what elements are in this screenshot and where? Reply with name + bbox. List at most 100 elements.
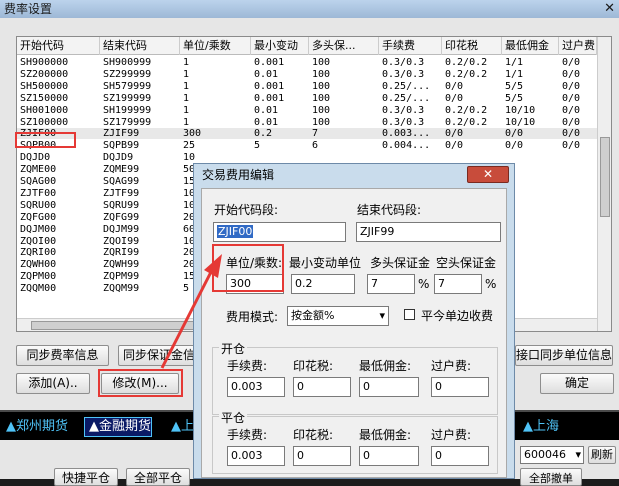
table-row[interactable]: ZJIF00 ZJIF99 300 0.2 7 0.003... 0/0 0/0 0/0 bbox=[17, 128, 597, 140]
close-stamp-input[interactable]: 0 bbox=[293, 446, 351, 466]
table-cell: 1 bbox=[183, 116, 190, 128]
table-cell: SH199999 bbox=[103, 104, 152, 116]
table-row[interactable]: SH500000 SH579999 1 0.001 100 0.25/... 0/0 5/5 0… bbox=[17, 81, 597, 92]
min-change-input[interactable]: 0.2 bbox=[291, 274, 355, 294]
table-cell: 0.25/... bbox=[382, 80, 431, 92]
col-header-unit[interactable]: 单位/乘数 bbox=[180, 37, 251, 55]
table-cell: SH900000 bbox=[20, 57, 69, 68]
col-header-long-margin[interactable]: 多头保... bbox=[309, 37, 379, 55]
ok-button[interactable]: 确定 bbox=[540, 373, 614, 394]
table-cell: 1 bbox=[183, 104, 190, 116]
close-position-group: 平仓 手续费: 印花税: 最低佣金: 过户费: 0.003 0 0 0 bbox=[212, 409, 498, 474]
table-cell: SZ179999 bbox=[103, 116, 152, 128]
table-cell: 0/0 bbox=[562, 104, 581, 116]
table-cell: 0.001 bbox=[254, 92, 285, 104]
ticker-item[interactable]: ▲郑州期货 bbox=[2, 418, 68, 436]
ticker-item-active[interactable]: ▲金融期货 bbox=[84, 417, 153, 437]
open-stamp-input[interactable]: 0 bbox=[293, 377, 351, 397]
close-transfer-input[interactable]: 0 bbox=[431, 446, 489, 466]
table-cell: SH900999 bbox=[103, 57, 152, 68]
start-code-input[interactable]: ZJIF00 bbox=[213, 222, 346, 242]
table-cell: SZ199999 bbox=[103, 92, 152, 104]
scroll-thumb[interactable] bbox=[600, 137, 610, 217]
close-icon[interactable]: ✕ bbox=[604, 0, 615, 18]
fee-mode-select[interactable]: 按金额% ▾ bbox=[287, 306, 389, 326]
table-cell: 0/0 bbox=[445, 80, 464, 92]
table-row[interactable]: SH001000 SH199999 1 0.01 100 0.3/0.3 0.2/0.2 10… bbox=[17, 105, 597, 116]
col-header-start-code[interactable]: 开始代码 bbox=[17, 37, 100, 55]
table-row[interactable]: SH900000 SH900999 1 0.001 100 0.3/0.3 0.2/0.2 1… bbox=[17, 57, 597, 68]
short-margin-label: 空头保证金 bbox=[436, 256, 497, 270]
short-margin-input[interactable]: 7 bbox=[434, 274, 482, 294]
add-button[interactable]: 添加(A).. bbox=[16, 373, 90, 394]
col-header-stamp[interactable]: 印花税 bbox=[442, 37, 502, 55]
table-cell: 300 bbox=[183, 128, 202, 140]
end-code-input[interactable]: ZJIF99 bbox=[356, 222, 501, 242]
close-min-comm-label: 最低佣金: bbox=[359, 428, 412, 442]
table-cell: ZJIF99 bbox=[103, 128, 140, 140]
col-header-min-comm[interactable]: 最低佣金 bbox=[502, 37, 559, 55]
open-position-group: 开仓 手续费: 印花税: 最低佣金: 过户费: 0.003 0 0 0 bbox=[212, 340, 498, 415]
col-header-fee[interactable]: 手续费 bbox=[379, 37, 442, 55]
table-cell: 25 bbox=[183, 140, 196, 152]
close-fee-input[interactable]: 0.003 bbox=[227, 446, 285, 466]
sync-unit-button[interactable]: 接口同步单位信息 bbox=[515, 345, 613, 366]
table-cell: ZQQM99 bbox=[103, 283, 140, 295]
long-margin-label: 多头保证金 bbox=[370, 256, 431, 270]
table-cell: 0/0 bbox=[562, 92, 581, 104]
close-all-button[interactable]: 全部平仓 bbox=[126, 468, 190, 486]
end-code-label: 结束代码段: bbox=[357, 203, 422, 217]
vertical-scrollbar[interactable] bbox=[597, 37, 611, 331]
stock-code-select[interactable]: 600046 ▾ bbox=[520, 446, 584, 464]
table-row[interactable]: SZ100000 SZ179999 1 0.01 100 0.3/0.3 0.2/0.2 10… bbox=[17, 117, 597, 128]
table-cell: SQAG99 bbox=[103, 176, 140, 187]
single-side-checkbox[interactable] bbox=[404, 309, 415, 320]
ticker-item[interactable]: ▲上 bbox=[167, 418, 194, 436]
close-transfer-label: 过户费: bbox=[431, 428, 472, 442]
ticker-item[interactable]: ▲上海 bbox=[519, 418, 559, 436]
col-header-min-change[interactable]: 最小变动 bbox=[251, 37, 309, 55]
table-cell: DQJD0 bbox=[20, 152, 51, 164]
table-cell: 100 bbox=[312, 116, 331, 128]
window-title-bar: 费率设置 ✕ bbox=[0, 0, 619, 18]
table-cell: SZ150000 bbox=[20, 92, 69, 104]
close-stamp-label: 印花税: bbox=[293, 428, 334, 442]
table-row[interactable]: SZ150000 SZ199999 1 0.001 100 0.25/... 0/0 5/5 0… bbox=[17, 93, 597, 104]
table-cell: SH579999 bbox=[103, 80, 152, 92]
chevron-down-icon: ▾ bbox=[575, 448, 581, 461]
hscroll-thumb[interactable] bbox=[31, 321, 201, 330]
table-row[interactable]: SQPB00 SQPB99 25 5 6 0.004... 0/0 0/0 0/0 bbox=[17, 140, 597, 151]
table-cell: SQAG00 bbox=[20, 176, 57, 187]
table-cell: 1 bbox=[183, 92, 190, 104]
fee-edit-dialog: 交易费用编辑 ✕ 开始代码段: 结束代码段: ZJIF00 ZJIF99 单位/… bbox=[193, 163, 515, 479]
close-min-comm-input[interactable]: 0 bbox=[359, 446, 419, 466]
sync-margin-button[interactable]: 同步保证金信 bbox=[118, 345, 200, 366]
fee-mode-value: 按金额% bbox=[291, 309, 335, 322]
long-margin-input[interactable]: 7 bbox=[367, 274, 415, 294]
table-row[interactable]: DQJD0 DQJD9 10 bbox=[17, 152, 597, 163]
table-cell: 1/1 bbox=[505, 57, 524, 68]
open-stamp-label: 印花税: bbox=[293, 359, 334, 373]
quick-close-button[interactable]: 快捷平仓 bbox=[54, 468, 118, 486]
table-cell: 0.001 bbox=[254, 80, 285, 92]
table-cell: 0/0 bbox=[445, 92, 464, 104]
table-cell: 0/0 bbox=[562, 140, 581, 152]
table-cell: 0.2 bbox=[254, 128, 273, 140]
col-header-end-code[interactable]: 结束代码 bbox=[100, 37, 180, 55]
open-min-comm-input[interactable]: 0 bbox=[359, 377, 419, 397]
sync-fee-button[interactable]: 同步费率信息 bbox=[16, 345, 109, 366]
table-cell: 0/0 bbox=[562, 116, 581, 128]
chevron-down-icon: ▾ bbox=[379, 309, 385, 322]
refresh-button[interactable]: 刷新 bbox=[588, 446, 616, 464]
table-cell: SQRU00 bbox=[20, 199, 57, 211]
dialog-close-icon[interactable]: ✕ bbox=[467, 166, 509, 183]
table-cell: 0.2/0.2 bbox=[445, 116, 488, 128]
table-row[interactable]: SZ200000 SZ299999 1 0.01 100 0.3/0.3 0.2/0.2 1/… bbox=[17, 69, 597, 80]
open-transfer-input[interactable]: 0 bbox=[431, 377, 489, 397]
open-transfer-label: 过户费: bbox=[431, 359, 472, 373]
stock-code-value: 600046 bbox=[524, 448, 566, 461]
cancel-all-button[interactable]: 全部撤单 bbox=[520, 468, 582, 486]
table-cell: 0/0 bbox=[505, 128, 524, 140]
col-header-transfer[interactable]: 过户费 bbox=[559, 37, 597, 55]
open-fee-input[interactable]: 0.003 bbox=[227, 377, 285, 397]
